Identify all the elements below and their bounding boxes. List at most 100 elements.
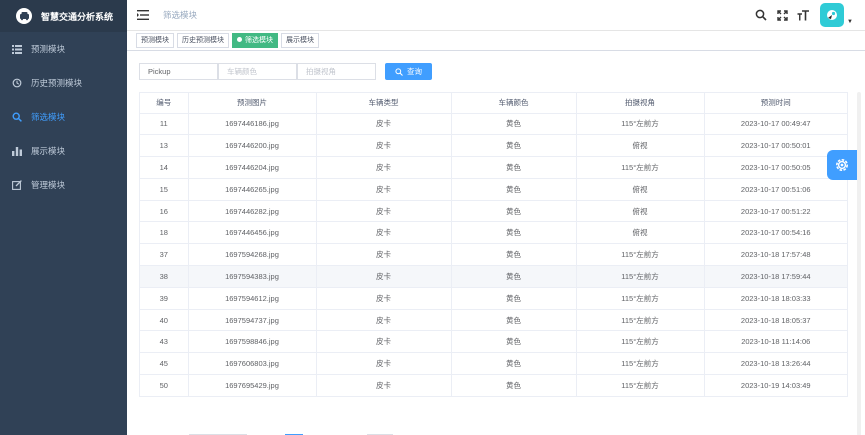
- table-row[interactable]: 37 1697594268.jpg 皮卡 黄色 115°左前方 2023-10-18 17…: [140, 243, 847, 267]
- vehicle-type-input[interactable]: [139, 63, 218, 80]
- table-cell: 皮卡: [316, 374, 452, 397]
- sidebar-menu: 预测模块历史预测模块 筛选模块展示模块管理模块: [0, 32, 127, 202]
- font-size-icon[interactable]: [796, 8, 810, 22]
- column-header[interactable]: 预测图片: [188, 93, 317, 114]
- table-cell: 115°左前方: [576, 287, 705, 310]
- table-cell: 115°左前方: [576, 374, 705, 397]
- fullscreen-icon[interactable]: [775, 8, 789, 22]
- column-header[interactable]: 车辆类型: [316, 93, 452, 114]
- table-cell: 黄色: [451, 156, 577, 179]
- table-cell: 50: [140, 374, 189, 397]
- sidebar-item-0[interactable]: 预测模块: [0, 32, 127, 66]
- breadcrumb[interactable]: 筛选模块: [163, 9, 197, 21]
- table-cell: 2023-10-19 14:03:49: [740, 381, 811, 391]
- sidebar-item-2[interactable]: 筛选模块: [0, 100, 127, 134]
- table-cell: 俯视: [576, 134, 705, 158]
- table-cell: 皮卡: [316, 352, 452, 376]
- table-row[interactable]: 16 1697446282.jpg 皮卡 黄色 俯视 2023-10-17 00:51:2…: [140, 200, 847, 223]
- table-row[interactable]: 45 1697606803.jpg 皮卡 黄色 115°左前方 2023-10-18 13…: [140, 352, 847, 376]
- list-icon: [12, 44, 22, 54]
- table-cell: 黄色: [451, 113, 577, 136]
- sidebar-item-label: 管理模块: [31, 180, 66, 190]
- table-row[interactable]: 15 1697446265.jpg 皮卡 黄色 俯视 2023-10-17 00:51:0…: [140, 178, 847, 201]
- table-cell: 俯视: [576, 221, 705, 245]
- table-cell: 1697446282.jpg: [188, 200, 317, 223]
- navbar: 筛选模块 ▼: [127, 0, 865, 31]
- column-header[interactable]: 车辆颜色: [451, 93, 577, 114]
- column-header[interactable]: 拍摄视角: [576, 93, 705, 114]
- tag-label: 预测模块: [141, 37, 169, 44]
- table-cell: 1697446200.jpg: [188, 134, 317, 158]
- car-logo-icon: [16, 8, 32, 24]
- avatar[interactable]: [820, 3, 845, 27]
- table-cell: 14: [140, 156, 189, 179]
- tag-2[interactable]: 筛选模块: [232, 33, 278, 48]
- table-cell: 11: [140, 113, 189, 136]
- vehicle-color-input[interactable]: [218, 63, 297, 80]
- camera-angle-input[interactable]: [297, 63, 376, 80]
- column-header[interactable]: 预测时间: [704, 93, 847, 114]
- sidebar-item-1[interactable]: 历史预测模块: [0, 66, 127, 100]
- table-row[interactable]: 40 1697594737.jpg 皮卡 黄色 115°左前方 2023-10-18 18…: [140, 309, 847, 332]
- tag-3[interactable]: 展示模块: [281, 33, 319, 48]
- query-button[interactable]: 查询: [385, 63, 432, 80]
- table-row[interactable]: 38 1697594383.jpg 皮卡 黄色 115°左前方 2023-10-18 17…: [140, 265, 847, 288]
- table-cell: 1697594383.jpg: [188, 265, 317, 288]
- tag-0[interactable]: 预测模块: [136, 33, 174, 48]
- table-cell: 黄色: [451, 330, 577, 354]
- search-icon[interactable]: [754, 8, 768, 22]
- table-cell: 115°左前方: [576, 309, 705, 332]
- tag-1[interactable]: 历史预测模块: [177, 33, 229, 48]
- table-row[interactable]: 18 1697446456.jpg 皮卡 黄色 俯视 2023-10-17 00:54:1…: [140, 221, 847, 245]
- sidebar-item-label: 预测模块: [31, 44, 66, 54]
- table-cell: 1697598846.jpg: [188, 330, 317, 354]
- tags-view: 预测模块 历史预测模块 筛选模块 展示模块: [127, 31, 865, 51]
- table-row[interactable]: 50 1697695429.jpg 皮卡 黄色 115°左前方 2023-10-19 14…: [140, 374, 847, 397]
- table-cell: 1697594268.jpg: [188, 243, 317, 267]
- table-cell: 115°左前方: [576, 265, 705, 288]
- table-cell: 15: [140, 178, 189, 201]
- tag-label: 展示模块: [286, 37, 314, 44]
- search-form: 查询: [139, 63, 432, 80]
- table-cell: 2023-10-18 17:57:48: [704, 243, 847, 267]
- table-cell: 2023-10-18 18:05:37: [704, 309, 847, 332]
- table-cell: 37: [140, 243, 189, 267]
- table-cell: 13: [140, 134, 189, 158]
- vertical-scrollbar[interactable]: [857, 92, 861, 435]
- table-cell: 115°左前方: [576, 113, 705, 136]
- table-cell: 俯视: [576, 178, 705, 201]
- table-cell: 1697446204.jpg: [188, 156, 317, 179]
- table-cell: 2023-10-17 00:50:05: [704, 156, 847, 179]
- hamburger-icon[interactable]: [137, 10, 149, 20]
- table-body: 11 1697446186.jpg 皮卡 黄色 115°左前方 2023-10-17 00…: [140, 113, 847, 397]
- table-row[interactable]: 43 1697598846.jpg 皮卡 黄色 115°左前方 2023-10-18 11…: [140, 330, 847, 354]
- table-cell: 皮卡: [316, 265, 452, 288]
- table-cell: 115°左前方: [576, 352, 705, 376]
- active-dot-icon: [237, 36, 242, 42]
- table-cell: 俯视: [576, 200, 705, 223]
- table-cell: 38: [140, 265, 189, 288]
- table-cell: 2023-10-17 00:51:06: [704, 178, 847, 201]
- table-header-row: 编号 预测图片 车辆类型 车辆颜色 拍摄视角 预测时间: [140, 93, 847, 114]
- table-cell: 皮卡: [316, 287, 452, 310]
- table-cell: 115°左前方: [576, 243, 705, 267]
- table-cell: 18: [140, 221, 189, 245]
- sidebar-item-label: 展示模块: [31, 146, 66, 156]
- settings-gear-button[interactable]: [827, 150, 857, 180]
- table-row[interactable]: 11 1697446186.jpg 皮卡 黄色 115°左前方 2023-10-17 00…: [140, 113, 847, 136]
- sidebar-item-3[interactable]: 展示模块: [0, 134, 127, 168]
- table-cell: 黄色: [451, 352, 577, 376]
- table-cell: 皮卡: [316, 178, 452, 201]
- chevron-down-icon[interactable]: ▼: [847, 19, 853, 25]
- table-cell: 2023-10-17 00:50:01: [704, 134, 847, 158]
- table-row[interactable]: 13 1697446200.jpg 皮卡 黄色 俯视 2023-10-17 00:50:0…: [140, 134, 847, 158]
- table-cell: 1697446265.jpg: [188, 178, 317, 201]
- search-icon: [395, 67, 403, 76]
- column-header[interactable]: 编号: [140, 93, 189, 114]
- table-cell: 1697695429.jpg: [188, 374, 317, 397]
- bar-chart-icon: [12, 146, 22, 156]
- table-cell: 16: [140, 200, 189, 223]
- sidebar-item-4[interactable]: 管理模块: [0, 168, 127, 202]
- table-row[interactable]: 14 1697446204.jpg 皮卡 黄色 115°左前方 2023-10-17 00…: [140, 156, 847, 179]
- table-row[interactable]: 39 1697594612.jpg 皮卡 黄色 115°左前方 2023-10-18 18…: [140, 287, 847, 310]
